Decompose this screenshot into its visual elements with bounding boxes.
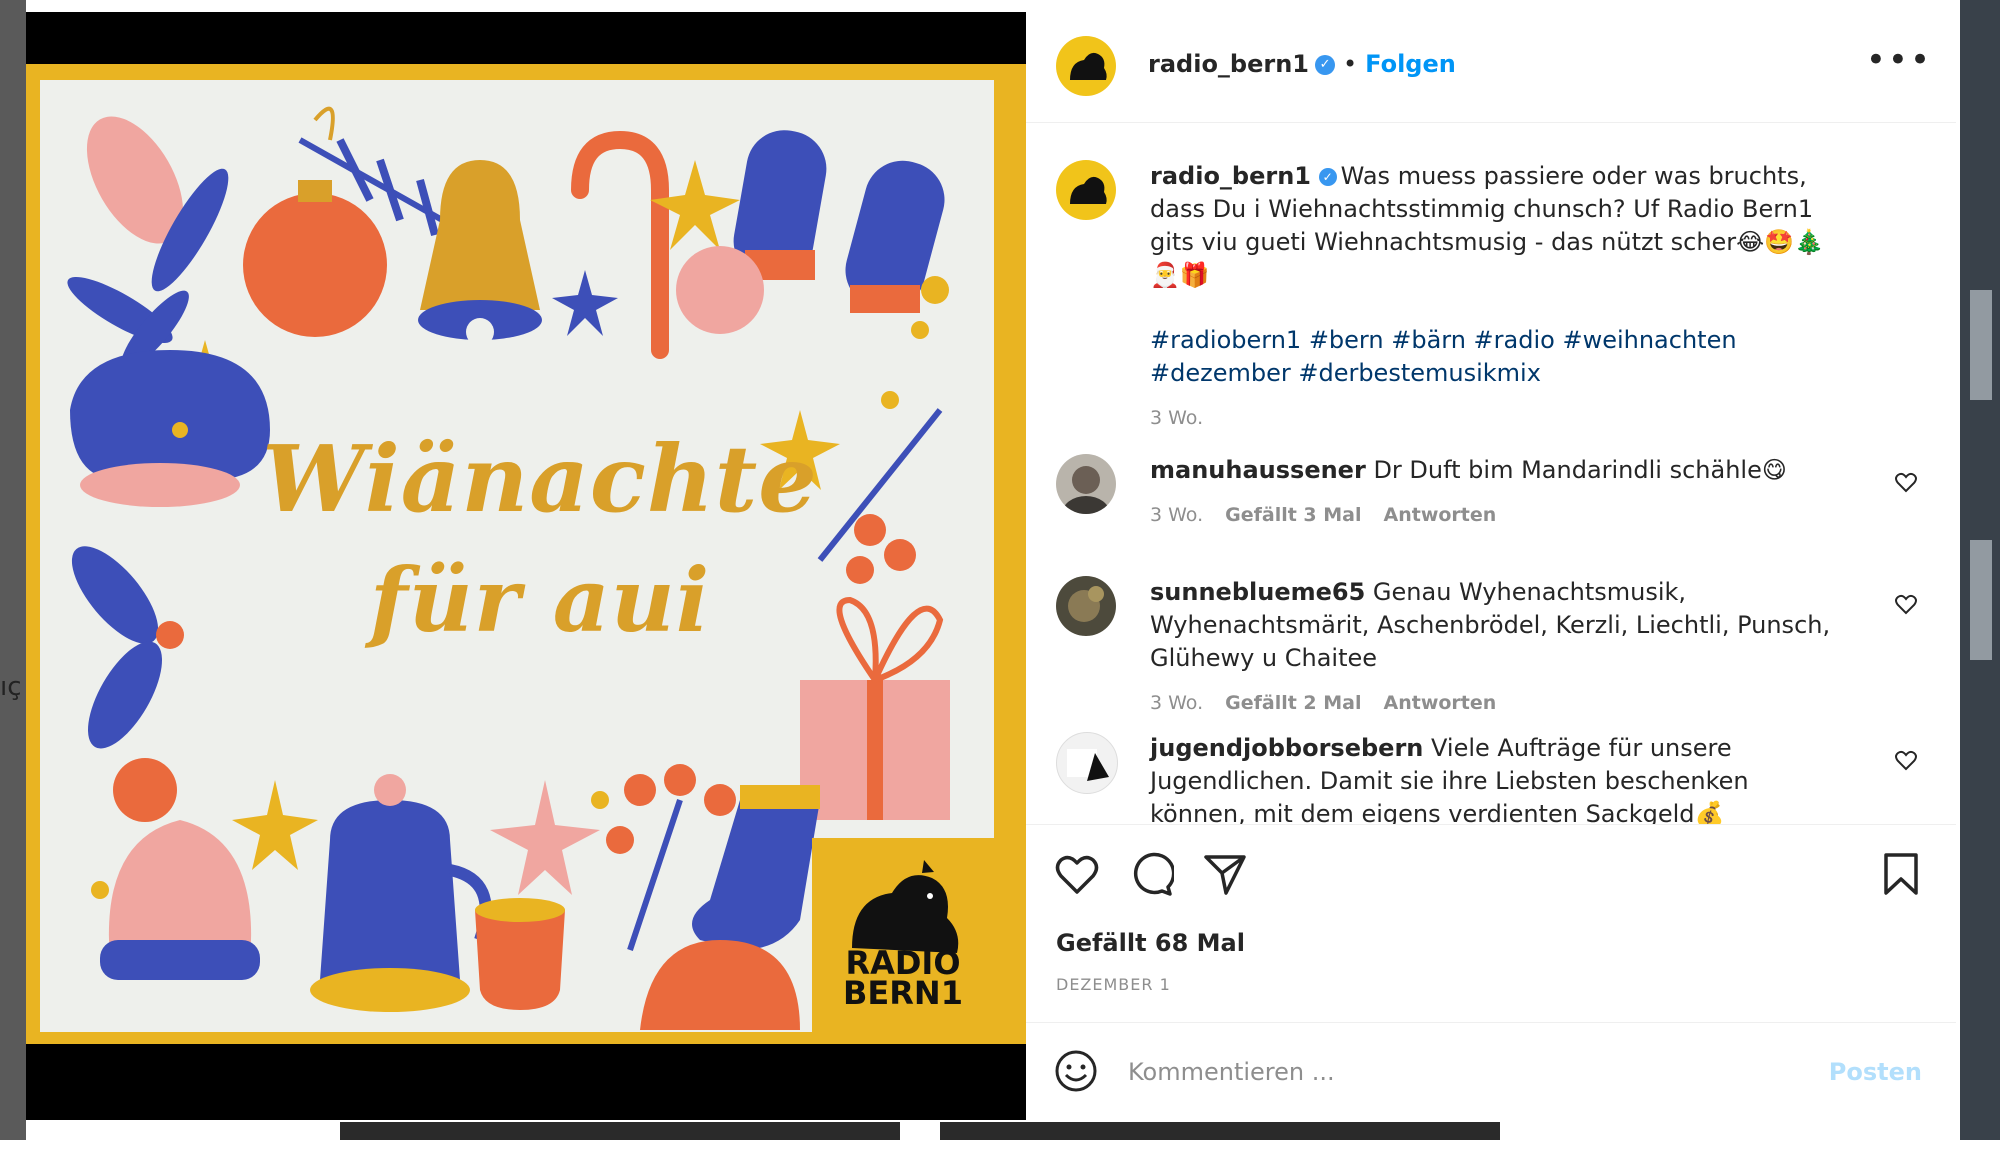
comment-likes[interactable]: Gefällt 2 Mal: [1225, 692, 1361, 714]
backdrop-left: [0, 0, 26, 1140]
add-comment-bar: Posten: [1026, 1022, 1956, 1121]
header-username[interactable]: radio_bern1: [1148, 50, 1309, 78]
comment-text: Dr Duft bim Mandarindli schähle😋: [1373, 456, 1787, 484]
likes-count[interactable]: Gefällt 68 Mal: [1056, 929, 1245, 957]
avatar-photo: [1068, 586, 1104, 622]
post-sidebar: radio_bern1 ✓ • Folgen ••• radio_bern1 ✓ Was…: [1026, 12, 1956, 1120]
post-actions: Gefällt 68 Mal DEZEMBER 1: [1026, 824, 1956, 1025]
comments-list[interactable]: radio_bern1 ✓ Was muess passiere oder was…: [1026, 124, 1956, 824]
caption-hashtags[interactable]: #radiobern1 #bern #bärn #radio #weihnach…: [1150, 324, 1850, 390]
bookmark-icon[interactable]: [1878, 851, 1924, 897]
post-date[interactable]: DEZEMBER 1: [1056, 975, 1171, 994]
commenter-avatar[interactable]: [1056, 732, 1118, 794]
backdrop-right: [1960, 0, 2000, 1140]
like-comment-heart-icon[interactable]: [1894, 592, 1918, 616]
post-image-frame: Wiänachte für aui RADIO BERN1: [26, 64, 1026, 1044]
comment-username[interactable]: jugendjobborsebern: [1150, 734, 1423, 762]
radio-bern1-logo: RADIO BERN1: [812, 838, 994, 1032]
avatar-photo: [1062, 466, 1110, 514]
post-modal: Wiänachte für aui RADIO BERN1 radio_bern…: [26, 12, 1956, 1120]
author-avatar[interactable]: [1056, 36, 1116, 96]
caption-avatar[interactable]: [1056, 160, 1116, 220]
post-media[interactable]: Wiänachte für aui RADIO BERN1: [26, 12, 1026, 1120]
caption-username[interactable]: radio_bern1: [1150, 162, 1311, 190]
reply-button[interactable]: Antworten: [1384, 504, 1497, 526]
comment-time: 3 Wo.: [1150, 692, 1204, 714]
emoji-icon[interactable]: [1054, 1049, 1098, 1093]
commenter-avatar[interactable]: [1056, 576, 1116, 636]
comment-username[interactable]: manuhaussener: [1150, 456, 1366, 484]
comment-username[interactable]: sunneblueme65: [1150, 578, 1365, 606]
reply-button[interactable]: Antworten: [1384, 692, 1497, 714]
more-options-icon[interactable]: •••: [1866, 43, 1932, 77]
partial-text: ıç: [0, 672, 22, 702]
share-icon[interactable]: [1202, 851, 1248, 897]
header-separator: •: [1343, 50, 1358, 78]
post-headline-line1: Wiänachte: [262, 425, 818, 533]
logo-line2: BERN1: [843, 974, 963, 1012]
post-image: Wiänachte für aui RADIO BERN1: [40, 80, 994, 1032]
caption-time: 3 Wo.: [1150, 407, 1204, 429]
follow-button[interactable]: Folgen: [1365, 50, 1456, 78]
comment-icon[interactable]: [1128, 851, 1174, 897]
like-comment-heart-icon[interactable]: [1894, 470, 1918, 494]
post-headline-line2: für aui: [369, 548, 711, 652]
comment-input[interactable]: [1126, 1049, 1770, 1095]
post-comment-button[interactable]: Posten: [1823, 1057, 1928, 1087]
jugend-job-boerse-logo: [1067, 749, 1109, 781]
bear-icon: [1070, 52, 1107, 80]
like-comment-heart-icon[interactable]: [1894, 748, 1918, 772]
post-header: radio_bern1 ✓ • Folgen •••: [1026, 12, 1956, 123]
comment-time: 3 Wo.: [1150, 504, 1204, 526]
commenter-avatar[interactable]: [1056, 454, 1116, 514]
heart-icon[interactable]: [1054, 851, 1100, 897]
verified-icon: ✓: [1318, 168, 1337, 186]
comment-likes[interactable]: Gefällt 3 Mal: [1225, 504, 1361, 526]
verified-icon: ✓: [1315, 55, 1336, 75]
bear-icon: [1070, 176, 1107, 204]
